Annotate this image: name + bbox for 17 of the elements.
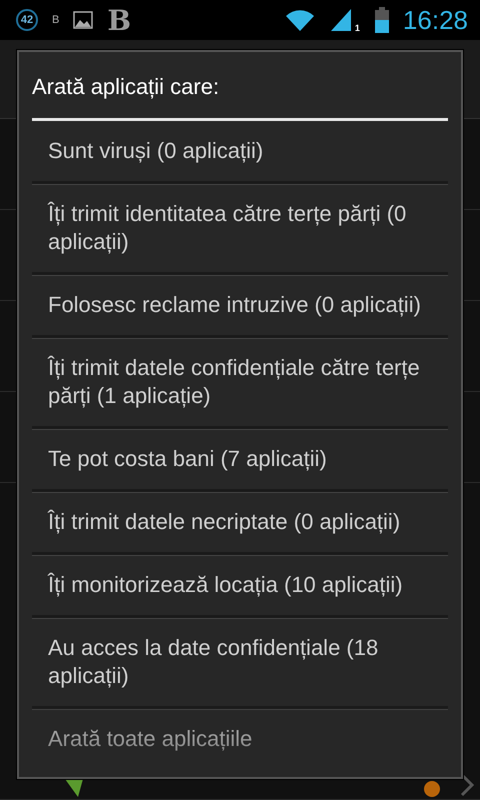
image-icon [73, 11, 94, 29]
clock-time: 16:28 [402, 4, 468, 36]
notification-count: 42 [16, 9, 38, 31]
filter-option[interactable]: Te pot costa bani (7 aplicații) [32, 429, 448, 492]
filter-option[interactable]: Au acces la date confidențiale (18 aplicații) [32, 618, 448, 709]
notification-letter: B [107, 4, 132, 36]
notification-letter: B [52, 14, 60, 26]
filter-option[interactable]: Îți monitorizează locația (10 aplicații) [32, 555, 448, 618]
dialog-title: Arată aplicații care: [32, 52, 448, 121]
battery-icon [374, 7, 389, 33]
filter-option[interactable]: Folosesc reclame intruzive (0 aplicații) [32, 275, 448, 338]
filter-option[interactable]: Îți trimit identitatea către terțe părți (0 aplicații) [32, 184, 448, 275]
wifi-icon [284, 9, 315, 31]
filter-option[interactable]: Îți trimit datele necriptate (0 aplicații) [32, 492, 448, 555]
filter-option[interactable]: Îți trimit datele confidențiale către terțe părți (1 aplicație) [32, 338, 448, 429]
filter-option[interactable]: Sunt viruși (0 aplicații) [32, 121, 448, 184]
filter-option[interactable]: Arată toate aplicațiile [32, 709, 448, 769]
